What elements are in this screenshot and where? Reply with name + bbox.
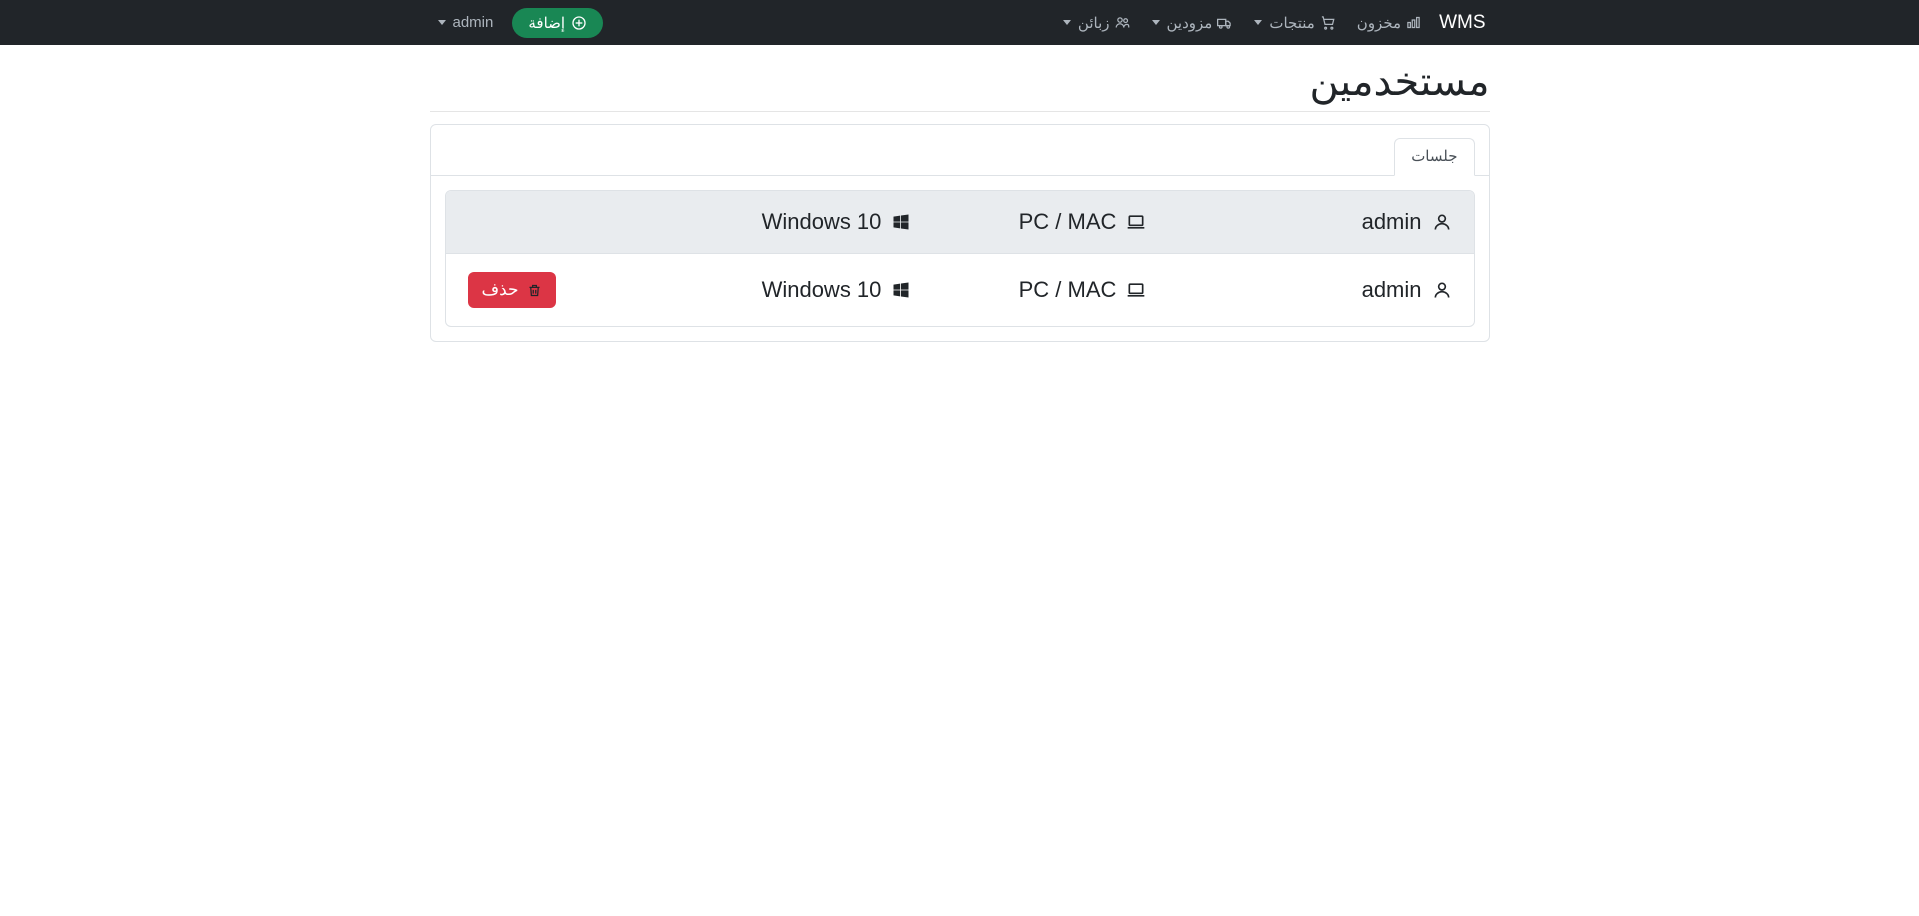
tab-bar: جلسات	[431, 125, 1489, 176]
chevron-down-icon	[1254, 20, 1262, 25]
session-user: admin	[1362, 277, 1422, 303]
add-button[interactable]: إضافة	[512, 8, 603, 38]
chevron-down-icon	[1152, 20, 1160, 25]
session-action-cell: حذف	[468, 272, 714, 308]
tab-sessions-label: جلسات	[1411, 148, 1457, 165]
windows-icon	[891, 212, 911, 232]
session-list: admin PC / MAC Windows 10	[445, 190, 1475, 327]
windows-icon	[891, 280, 911, 300]
chart-bar-icon	[1406, 15, 1421, 30]
plus-circle-icon	[571, 15, 587, 31]
session-os: Windows 10	[762, 277, 882, 303]
nav-item-label: زبائن	[1078, 14, 1110, 32]
divider	[430, 111, 1490, 112]
delete-session-button[interactable]: حذف	[468, 272, 556, 308]
tab-sessions[interactable]: جلسات	[1394, 138, 1474, 176]
session-user-cell: admin	[1206, 209, 1452, 235]
users-icon	[1115, 15, 1130, 30]
nav-item-products[interactable]: منتجات	[1246, 0, 1342, 45]
nav-item-suppliers[interactable]: مزودين	[1144, 0, 1241, 45]
session-os-cell: Windows 10	[714, 277, 960, 303]
nav-item-stock[interactable]: مخزون	[1349, 0, 1429, 45]
page-title: مستخدمين	[430, 59, 1490, 105]
session-os-cell: Windows 10	[714, 209, 960, 235]
navbar: WMS مخزون منتجات مزودين	[0, 0, 1919, 45]
session-device: PC / MAC	[1019, 277, 1117, 303]
session-device: PC / MAC	[1019, 209, 1117, 235]
main-container: مستخدمين جلسات admin	[430, 59, 1490, 382]
nav-item-label: منتجات	[1269, 14, 1314, 32]
user-icon	[1432, 280, 1452, 300]
session-device-cell: PC / MAC	[960, 277, 1206, 303]
session-user: admin	[1362, 209, 1422, 235]
nav-item-clients[interactable]: زبائن	[1055, 0, 1138, 45]
cart-icon	[1320, 15, 1335, 30]
trash-icon	[527, 283, 542, 298]
user-menu[interactable]: admin	[430, 14, 507, 31]
user-menu-label: admin	[453, 14, 494, 31]
session-user-cell: admin	[1206, 277, 1452, 303]
delete-button-label: حذف	[482, 280, 519, 300]
session-device-cell: PC / MAC	[960, 209, 1206, 235]
sessions-card: جلسات admin PC / M	[430, 124, 1490, 342]
nav-actions-group: إضافة admin	[430, 0, 604, 45]
session-row: admin PC / MAC Windows 10	[446, 253, 1474, 326]
truck-icon	[1217, 15, 1232, 30]
nav-main-group: WMS مخزون منتجات مزودين	[1055, 0, 1490, 45]
card-body: admin PC / MAC Windows 10	[431, 176, 1489, 341]
user-icon	[1432, 212, 1452, 232]
add-button-label: إضافة	[528, 14, 565, 32]
session-os: Windows 10	[762, 209, 882, 235]
laptop-icon	[1126, 280, 1146, 300]
laptop-icon	[1126, 212, 1146, 232]
nav-item-label: مزودين	[1167, 14, 1213, 32]
session-row: admin PC / MAC Windows 10	[446, 191, 1474, 253]
nav-item-label: مخزون	[1357, 14, 1401, 32]
brand[interactable]: WMS	[1435, 12, 1489, 34]
chevron-down-icon	[1063, 20, 1071, 25]
chevron-down-icon	[438, 20, 446, 25]
